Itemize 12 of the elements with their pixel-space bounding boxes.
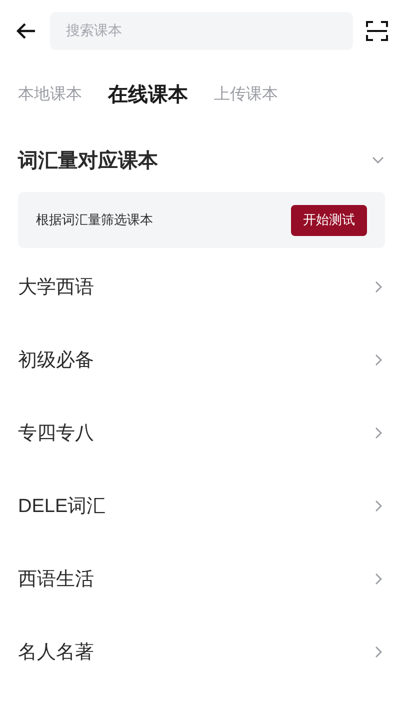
- category-item[interactable]: 西语生活: [0, 542, 403, 615]
- start-test-button[interactable]: 开始测试: [291, 204, 367, 236]
- scan-button[interactable]: [365, 19, 389, 43]
- card-hint: 根据词汇量筛选课本: [36, 212, 153, 229]
- category-item[interactable]: 专四专八: [0, 396, 403, 469]
- section-header[interactable]: 词汇量对应课本: [0, 138, 403, 182]
- tab[interactable]: 在线课本: [100, 80, 196, 108]
- category-item[interactable]: 大学西语: [0, 250, 403, 323]
- search-field[interactable]: 搜索课本: [50, 12, 353, 50]
- category-item[interactable]: 名人名著: [0, 615, 403, 688]
- category-item[interactable]: DELE词汇: [0, 469, 403, 542]
- category-item[interactable]: 初级必备: [0, 323, 403, 396]
